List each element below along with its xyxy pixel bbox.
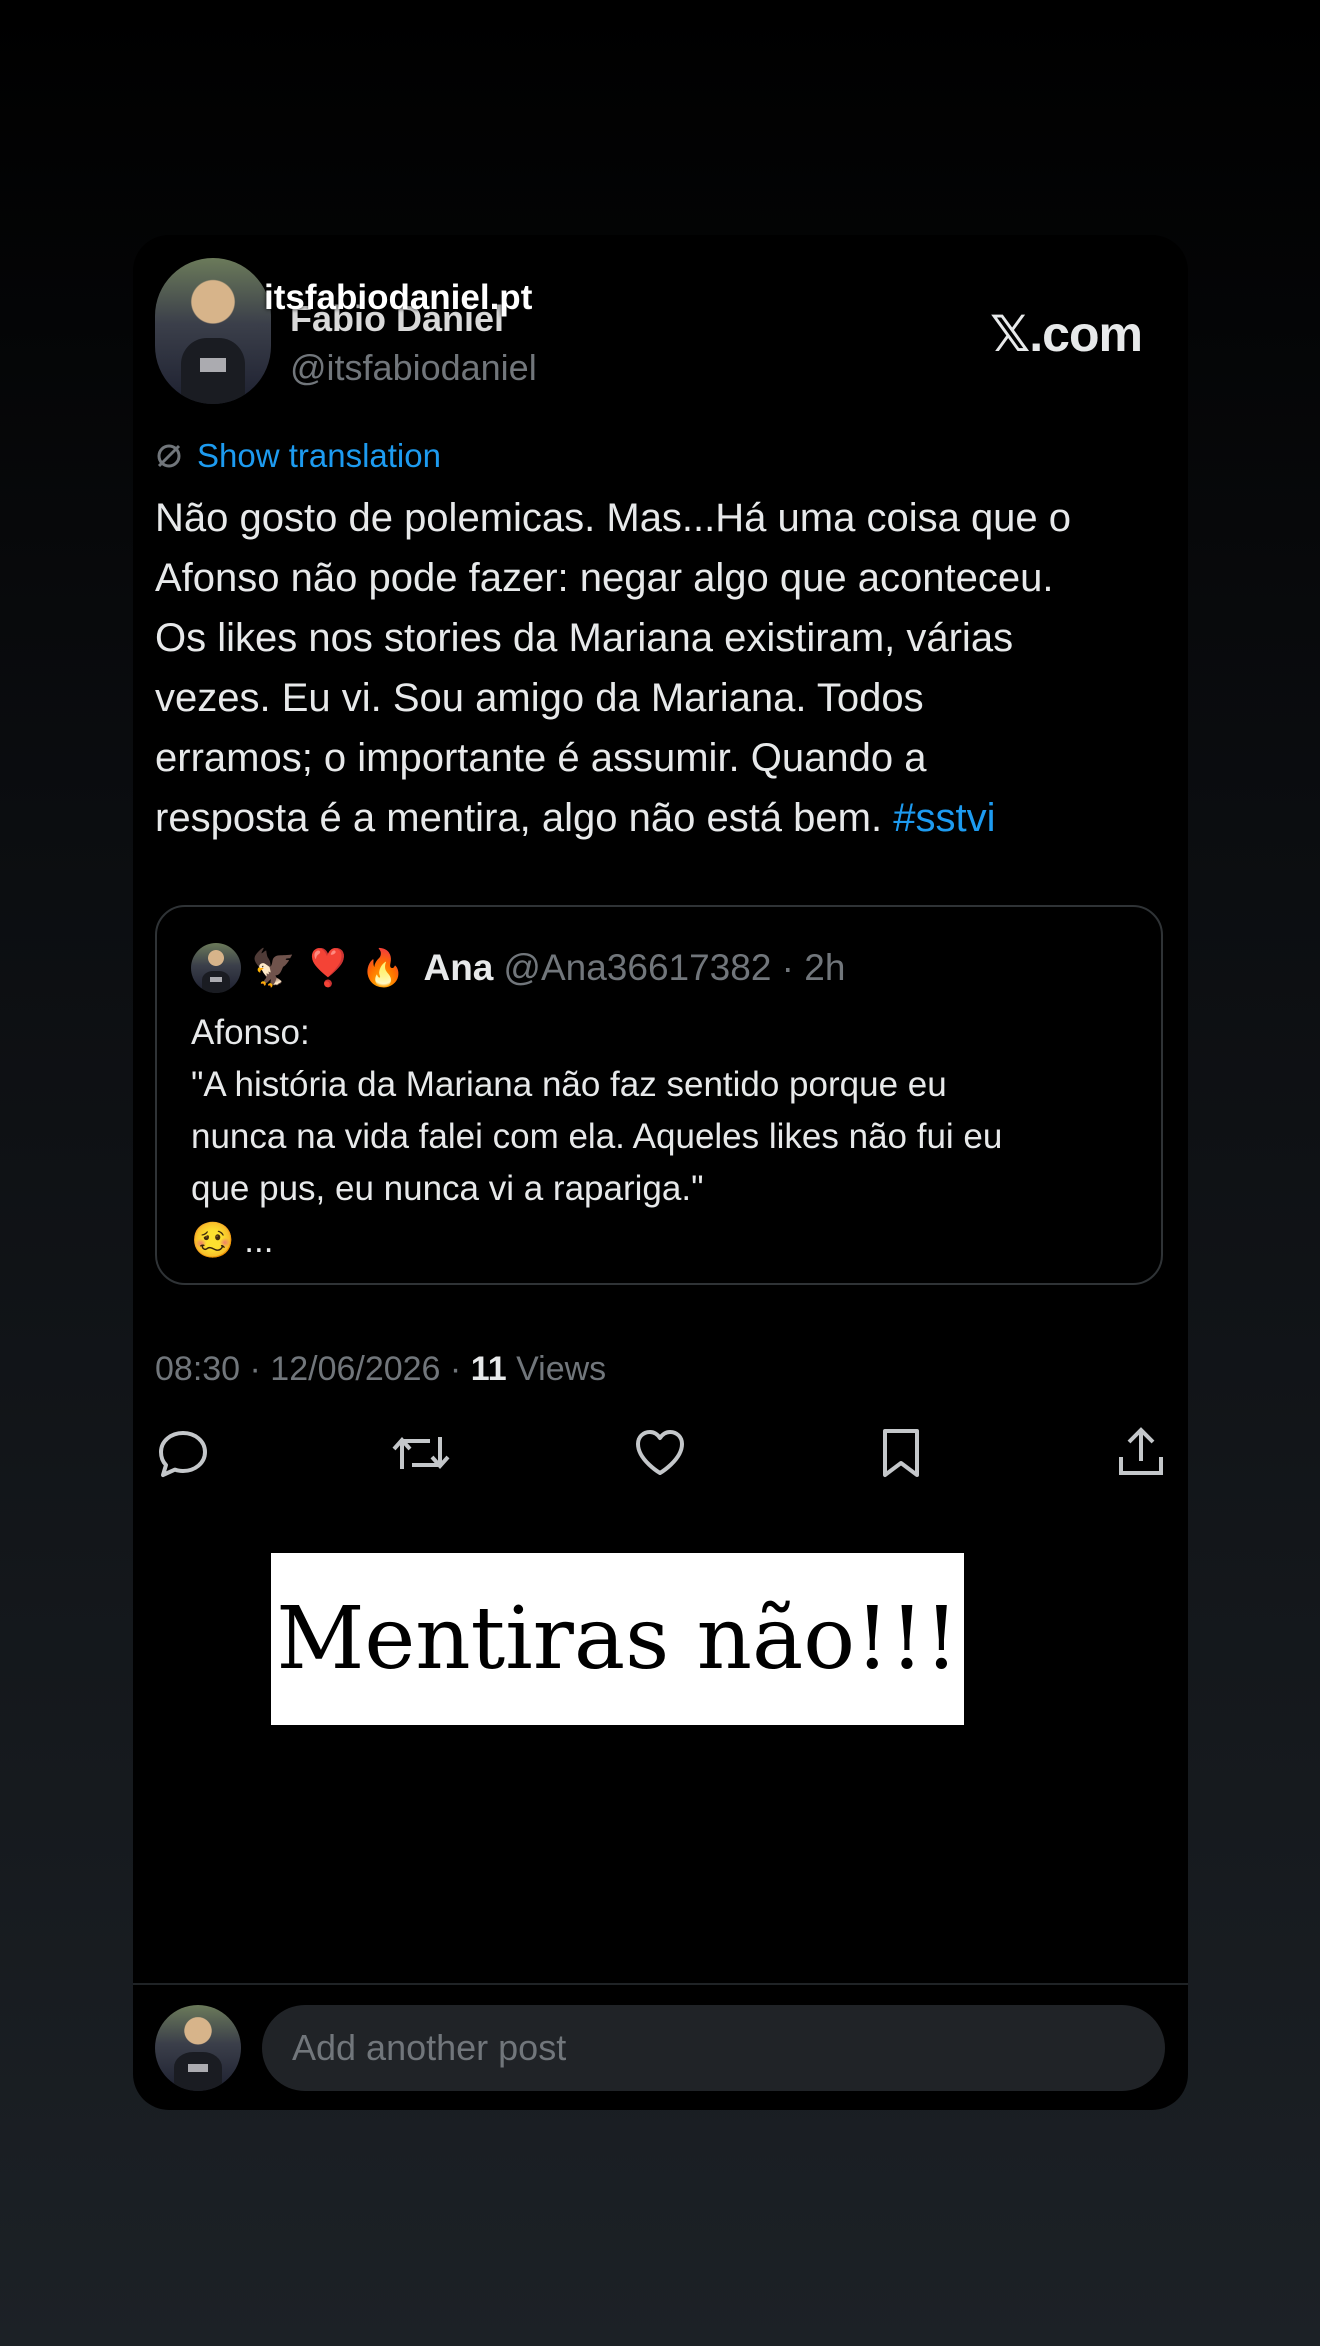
author-avatar[interactable] <box>155 258 271 404</box>
show-translation-button[interactable]: Show translation <box>155 437 441 475</box>
share-icon[interactable] <box>1113 1425 1169 1481</box>
quoted-author-avatar <box>191 943 241 993</box>
caption-banner: Mentiras não!!! <box>271 1553 964 1725</box>
views-count: 11 <box>470 1350 507 1388</box>
reply-icon[interactable] <box>155 1425 211 1481</box>
author-handle[interactable]: @itsfabiodaniel <box>290 347 537 389</box>
x-logo: 𝕏.com <box>990 306 1143 362</box>
repost-icon[interactable] <box>390 1425 452 1481</box>
post-body: Não gosto de polemicas. Mas...Há uma coi… <box>155 496 1072 840</box>
quoted-author-handle: @Ana36617382 · 2h <box>503 947 846 988</box>
overlay-username: itsfabiodaniel.pt <box>264 278 533 317</box>
add-post-placeholder: Add another post <box>292 2027 567 2068</box>
caption-text: Mentiras não!!! <box>276 1589 959 1689</box>
show-translation-label: Show translation <box>197 437 441 474</box>
bookmark-icon[interactable] <box>873 1425 929 1481</box>
action-bar <box>155 1425 1165 1485</box>
like-icon[interactable] <box>632 1425 688 1481</box>
post-metadata: 08:30 · 12/06/2026 · 11 Views <box>155 1350 606 1389</box>
quoted-author-emojis: 🦅 ❣️ 🔥 <box>251 947 406 988</box>
quoted-post-text: Afonso: "A história da Mariana não faz s… <box>191 1013 1003 1260</box>
views-label: Views <box>506 1350 607 1388</box>
post-text: Não gosto de polemicas. Mas...Há uma coi… <box>155 488 1165 848</box>
quoted-post-header: 🦅 ❣️ 🔥 Ana @Ana36617382 · 2h <box>191 943 845 993</box>
current-user-avatar <box>155 2005 241 2091</box>
quoted-post[interactable]: 🦅 ❣️ 🔥 Ana @Ana36617382 · 2h Afonso: "A … <box>155 905 1163 1285</box>
hashtag-link[interactable]: #sstvi <box>893 796 995 840</box>
add-post-input[interactable]: Add another post <box>262 2005 1165 2091</box>
quoted-author-name: Ana <box>423 947 494 988</box>
translate-icon <box>157 444 181 468</box>
composer-divider <box>133 1983 1188 1985</box>
post-timestamp: 08:30 · 12/06/2026 · <box>155 1350 471 1388</box>
